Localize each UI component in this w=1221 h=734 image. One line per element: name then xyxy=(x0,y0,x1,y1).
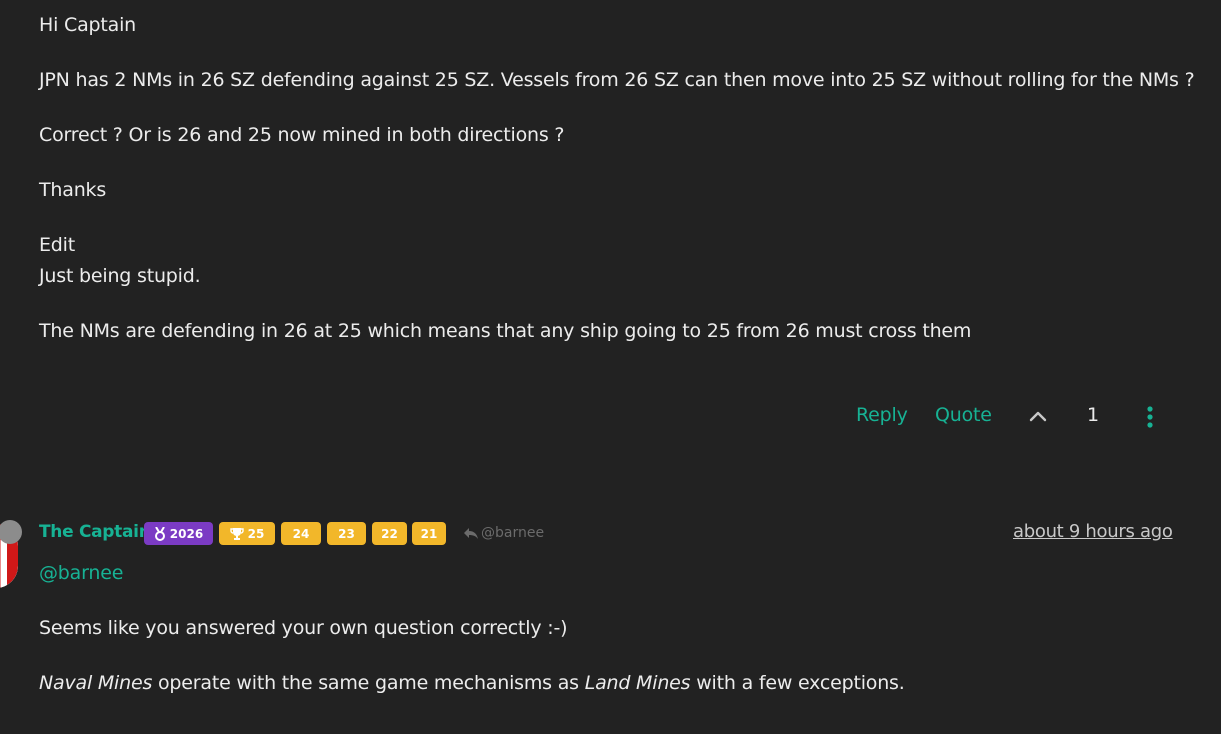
post-timestamp[interactable]: about 9 hours ago xyxy=(1013,521,1173,542)
edit-note: Just being stupid. xyxy=(39,265,201,287)
post-paragraph: The NMs are defending in 26 at 25 which … xyxy=(39,320,972,342)
post-paragraph: Seems like you answered your own questio… xyxy=(39,617,568,639)
badge-label: 21 xyxy=(420,526,438,541)
post-actions: Reply Quote 1 xyxy=(0,400,1221,434)
post-header: The Captain 2026 25 24 23 22 21 @barnee … xyxy=(0,518,1221,588)
user-mention[interactable]: @barnee xyxy=(39,562,123,584)
emphasis-text: Naval Mines xyxy=(39,672,153,694)
trophy-icon xyxy=(229,528,244,540)
reply-to-username: @barnee xyxy=(481,525,545,541)
badge-2026[interactable]: 2026 xyxy=(144,522,213,545)
author-name[interactable]: The Captain xyxy=(39,522,151,542)
post-paragraph: Naval Mines operate with the same game m… xyxy=(39,668,1169,699)
post-paragraph: Correct ? Or is 26 and 25 now mined in b… xyxy=(39,124,565,146)
post-content: @barnee Seems like you answered your own… xyxy=(39,558,1169,699)
emphasis-text: Land Mines xyxy=(584,672,691,694)
badge-label: 25 xyxy=(247,526,265,541)
edit-label: Edit xyxy=(39,234,75,256)
medal-icon xyxy=(154,526,165,541)
chevron-up-icon[interactable] xyxy=(1027,406,1049,428)
badge-25[interactable]: 25 xyxy=(219,522,275,545)
reply-arrow-icon xyxy=(464,528,478,539)
post-paragraph: @barnee xyxy=(39,558,1169,589)
body-text: operate with the same game mechanisms as xyxy=(152,672,585,694)
post-paragraph: Thanks xyxy=(39,179,107,201)
reply-to-link[interactable]: @barnee xyxy=(463,525,544,541)
post-content: Hi Captain JPN has 2 NMs in 26 SZ defend… xyxy=(39,10,1195,371)
vertical-dots-icon[interactable] xyxy=(1141,404,1159,430)
topic-page: Hi Captain JPN has 2 NMs in 26 SZ defend… xyxy=(0,0,1221,734)
vote-count: 1 xyxy=(1087,404,1100,426)
reply-button[interactable]: Reply xyxy=(856,404,908,426)
post-paragraph: JPN has 2 NMs in 26 SZ defending against… xyxy=(39,69,1195,91)
quote-button[interactable]: Quote xyxy=(935,404,992,426)
badge-label: 23 xyxy=(338,526,355,541)
badge-23[interactable]: 23 xyxy=(327,522,366,545)
post-paragraph: Hi Captain xyxy=(39,14,136,36)
badge-label: 24 xyxy=(292,526,310,541)
badge-24[interactable]: 24 xyxy=(281,522,321,545)
status-indicator xyxy=(0,520,22,544)
badge-21[interactable]: 21 xyxy=(412,522,446,545)
badge-22[interactable]: 22 xyxy=(372,522,407,545)
body-text: with a few exceptions. xyxy=(690,672,905,694)
badge-label: 2026 xyxy=(169,526,204,541)
badge-label: 22 xyxy=(381,526,398,541)
